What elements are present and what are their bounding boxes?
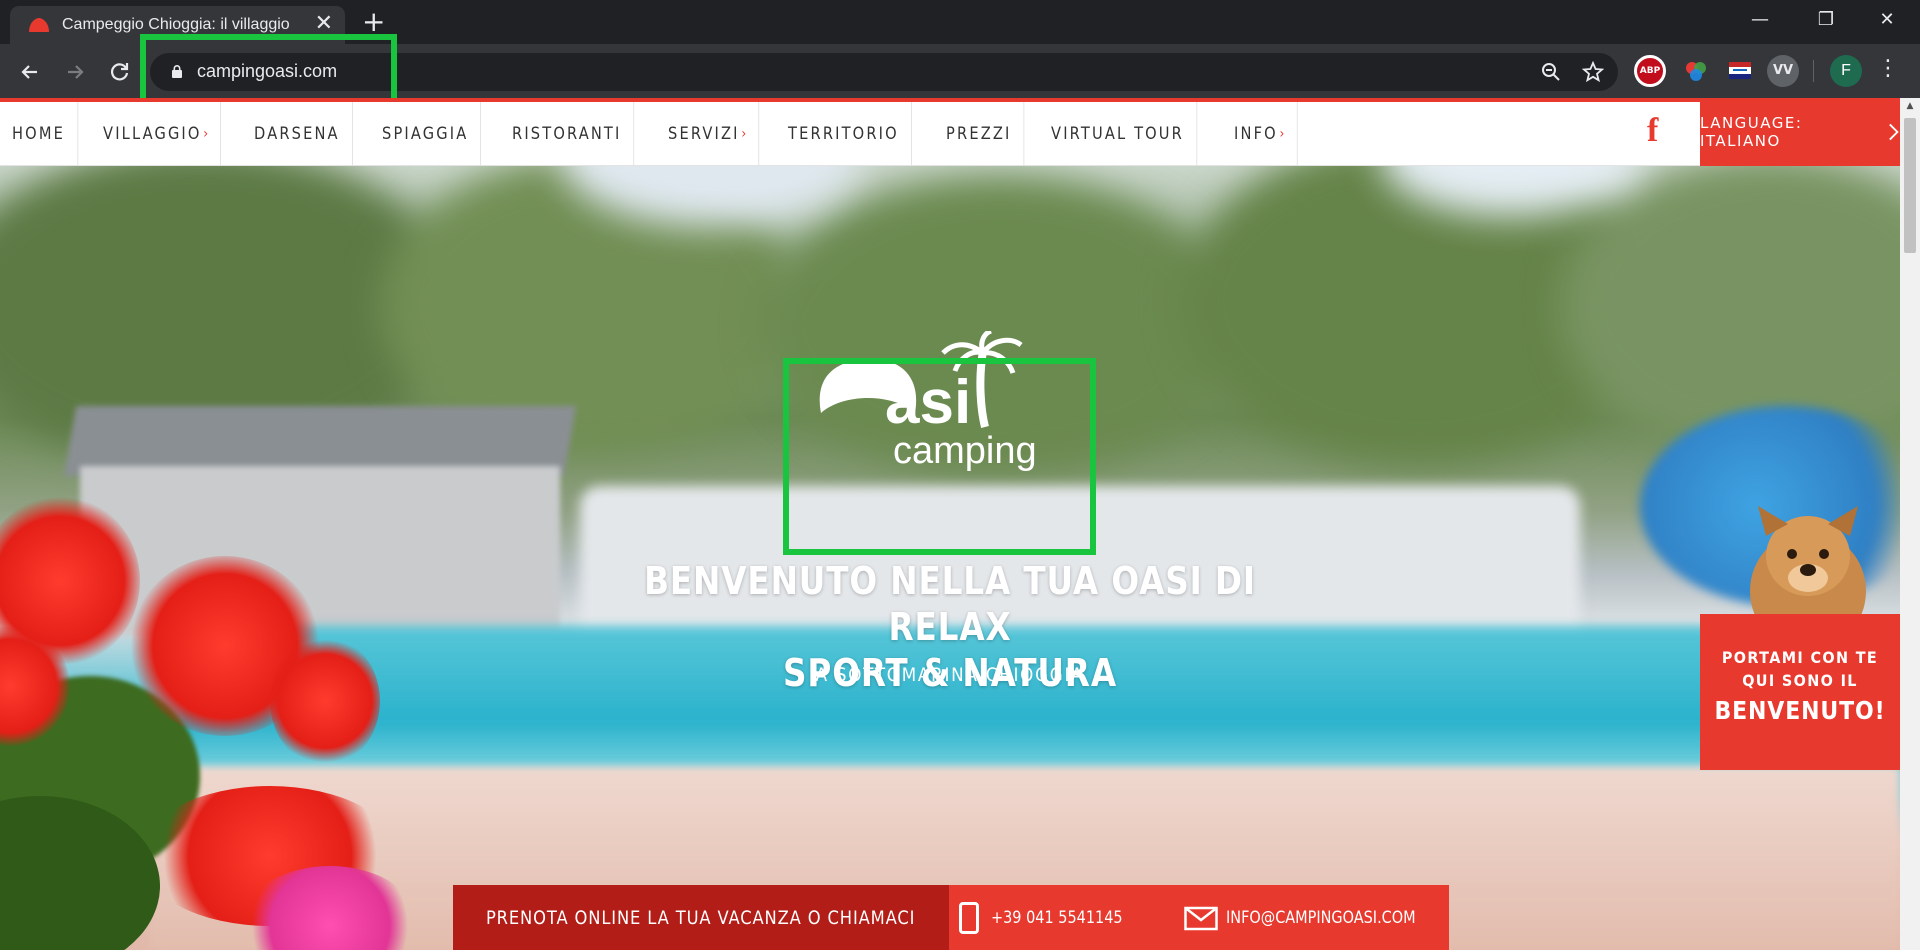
zoom-icon[interactable] [1538, 61, 1564, 88]
menu-item-label: TERRITORIO [787, 124, 899, 144]
menu-item-villaggio[interactable]: VILLAGGIO › [91, 102, 221, 166]
vv-extension-icon[interactable]: VV [1767, 55, 1799, 87]
submenu-chevron-icon: › [202, 126, 208, 142]
menu-item-label: VILLAGGIO [102, 124, 202, 144]
forward-button[interactable] [60, 57, 90, 87]
toolbar-separator [1813, 60, 1814, 82]
geranium-flowers-image [0, 496, 420, 950]
booking-cta-bar: PRENOTA ONLINE LA TUA VACANZA O CHIAMACI… [453, 885, 1449, 950]
menu-item-ristoranti[interactable]: RISTORANTI [500, 102, 635, 166]
headline-line-1: BENVENUTO NELLA TUA OASI DI RELAX [644, 559, 1256, 649]
color-extension-icon[interactable] [1680, 55, 1712, 87]
pets-welcome-panel[interactable]: PORTAMI CON TE QUI SONO IL BENVENUTO! [1700, 614, 1900, 770]
menu-item-virtual-tour[interactable]: VIRTUAL TOUR [1039, 102, 1197, 166]
contact-strip: +39 041 5541145 INFO@CAMPINGOASI.COM [949, 885, 1449, 950]
menu-item-label: DARSENA [253, 124, 340, 144]
back-button[interactable] [15, 57, 45, 87]
menu-item-label: RISTORANTI [511, 124, 622, 144]
reload-button[interactable] [105, 57, 135, 87]
menu-item-label: HOME [12, 124, 65, 144]
maximize-button[interactable]: ❐ [1793, 0, 1859, 40]
minimize-button[interactable]: — [1727, 0, 1793, 40]
back-arrow-icon [21, 65, 37, 79]
flag-extension-icon[interactable] [1724, 55, 1756, 87]
hero-section: asi camping BENVENUTO NELLA TUA OASI DI … [0, 166, 1900, 950]
book-online-label: PRENOTA ONLINE LA TUA VACANZA O CHIAMACI [486, 906, 916, 929]
tab-title: Campeggio Chioggia: il villaggio [62, 16, 290, 33]
menu-item-info[interactable]: INFO › [1222, 102, 1298, 166]
menu-item-label: SERVIZI [668, 124, 740, 144]
submenu-chevron-icon: › [741, 126, 747, 142]
menu-item-label: PREZZI [945, 124, 1012, 144]
pets-line-1: PORTAMI CON TE [1721, 648, 1879, 667]
menu-item-spiaggia[interactable]: SPIAGGIA [370, 102, 482, 166]
chrome-menu-icon[interactable]: ⋮ [1876, 56, 1900, 81]
pets-line-3: BENVENUTO! [1714, 696, 1886, 725]
menu-item-label: INFO [1234, 124, 1279, 144]
email-address[interactable]: INFO@CAMPINGOASI.COM [1226, 908, 1416, 928]
menu-item-servizi[interactable]: SERVIZI › [656, 102, 760, 166]
menu-item-darsena[interactable]: DARSENA [242, 102, 353, 166]
menu-item-label: VIRTUAL TOUR [1050, 124, 1184, 144]
profile-avatar[interactable]: F [1830, 55, 1862, 87]
close-window-button[interactable]: ✕ [1854, 0, 1920, 40]
mail-icon [1184, 906, 1218, 930]
bookmark-star-icon[interactable] [1580, 60, 1606, 88]
language-label: LANGUAGE: ITALIANO [1700, 114, 1803, 150]
tab-close-icon[interactable]: ✕ [315, 13, 333, 35]
phone-icon [959, 901, 979, 934]
menu-item-label: SPIAGGIA [382, 124, 469, 144]
facebook-icon[interactable]: f [1647, 112, 1658, 150]
menu-item-home[interactable]: HOME [0, 102, 78, 166]
adblock-extension-icon[interactable]: ABP [1634, 55, 1666, 87]
menu-item-prezzi[interactable]: PREZZI [934, 102, 1025, 166]
site-favicon-icon [29, 18, 49, 32]
hero-subheadline: A SOTTOMARINA CHIOGGIA [815, 664, 1085, 686]
main-menu: HOME VILLAGGIO › DARSENA SPIAGGIA RISTORANTI S… [0, 102, 1310, 166]
phone-number[interactable]: +39 041 5541145 [991, 908, 1123, 928]
scrollbar-thumb[interactable] [1904, 118, 1916, 253]
submenu-chevron-icon: › [1279, 126, 1285, 142]
menu-item-territorio[interactable]: TERRITORIO [776, 102, 912, 166]
chevron-right-icon [1888, 123, 1899, 141]
site-navbar: HOME VILLAGGIO › DARSENA SPIAGGIA RISTORANTI S… [0, 98, 1900, 166]
scroll-up-icon[interactable]: ▲ [1900, 98, 1920, 114]
book-online-button[interactable]: PRENOTA ONLINE LA TUA VACANZA O CHIAMACI [453, 885, 949, 950]
pets-line-2: QUI SONO IL [1742, 671, 1858, 690]
forward-arrow-icon [68, 65, 84, 79]
logo-highlight-box [783, 358, 1096, 555]
language-button[interactable]: LANGUAGE: ITALIANO [1700, 98, 1900, 166]
reload-icon [110, 63, 129, 81]
page-scrollbar[interactable]: ▲ [1900, 98, 1920, 950]
